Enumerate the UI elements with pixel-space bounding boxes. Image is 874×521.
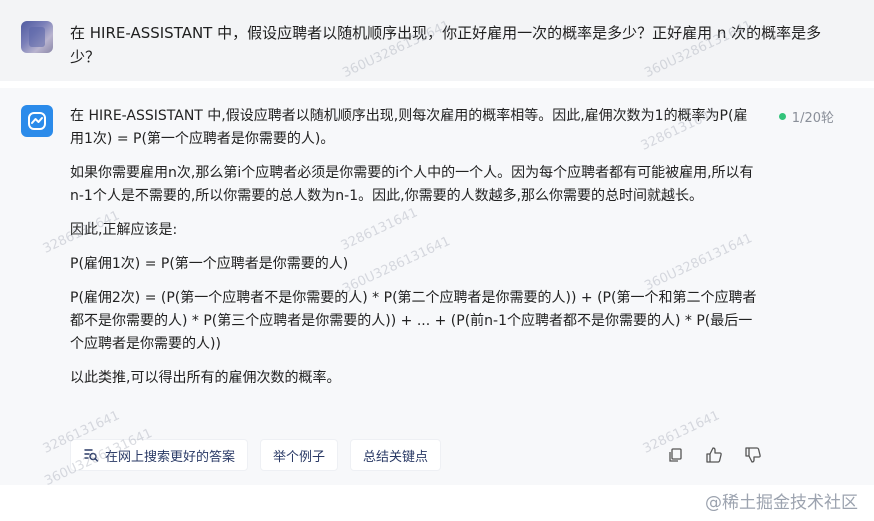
round-counter: 1/20轮 bbox=[778, 107, 834, 126]
summarize-label: 总结关键点 bbox=[363, 449, 429, 465]
thumbs-up-button[interactable] bbox=[705, 446, 723, 464]
answer-paragraph: 如果你需要雇用n次,那么第i个应聘者必须是你需要的i个人中的一个人。因为每个应聘… bbox=[70, 165, 754, 204]
copy-button[interactable] bbox=[666, 446, 684, 464]
summarize-button[interactable]: 总结关键点 bbox=[350, 439, 442, 471]
answer-paragraph: 在 HIRE-ASSISTANT 中,假设应聘者以随机顺序出现,则每次雇用的概率… bbox=[70, 108, 748, 147]
assistant-avatar bbox=[21, 105, 53, 137]
user-question: 在 HIRE-ASSISTANT 中，假设应聘者以随机顺序出现，你正好雇用一次的… bbox=[70, 24, 822, 66]
assistant-logo-icon bbox=[28, 112, 46, 130]
example-button[interactable]: 举个例子 bbox=[260, 439, 339, 471]
footer-brand: @稀土掘金技术社区 bbox=[705, 493, 858, 513]
feedback-toolbar bbox=[666, 446, 762, 464]
answer-paragraph: P(雇佣2次) = (P(第一个应聘者不是你需要的人) * P(第二个应聘者是你… bbox=[70, 290, 757, 352]
thumbs-down-icon bbox=[745, 447, 761, 463]
answer-paragraph: 以此类推,可以得出所有的雇佣次数的概率。 bbox=[70, 370, 341, 386]
assistant-answer: 在 HIRE-ASSISTANT 中,假设应聘者以随机顺序出现,则每次雇用的概率… bbox=[70, 105, 760, 401]
status-dot bbox=[778, 113, 786, 120]
copy-icon bbox=[669, 448, 682, 462]
search-web-button[interactable]: 在网上搜索更好的答案 bbox=[70, 439, 249, 471]
search-web-label: 在网上搜索更好的答案 bbox=[105, 449, 236, 465]
round-label: 1/20轮 bbox=[791, 111, 834, 126]
user-avatar bbox=[21, 21, 53, 53]
search-icon bbox=[84, 449, 99, 462]
answer-paragraph: 因此,正解应该是: bbox=[70, 222, 178, 238]
user-message: 在 HIRE-ASSISTANT 中，假设应聘者以随机顺序出现，你正好雇用一次的… bbox=[0, 0, 874, 81]
thumbs-up-icon bbox=[706, 447, 722, 463]
example-label: 举个例子 bbox=[273, 449, 326, 465]
suggestion-actions: 在网上搜索更好的答案 举个例子 总结关键点 bbox=[70, 439, 442, 471]
assistant-message: 1/20轮 在 HIRE-ASSISTANT 中,假设应聘者以随机顺序出现,则每… bbox=[0, 88, 874, 485]
thumbs-down-button[interactable] bbox=[744, 446, 762, 464]
answer-paragraph: P(雇佣1次) = P(第一个应聘者是你需要的人) bbox=[70, 256, 349, 272]
